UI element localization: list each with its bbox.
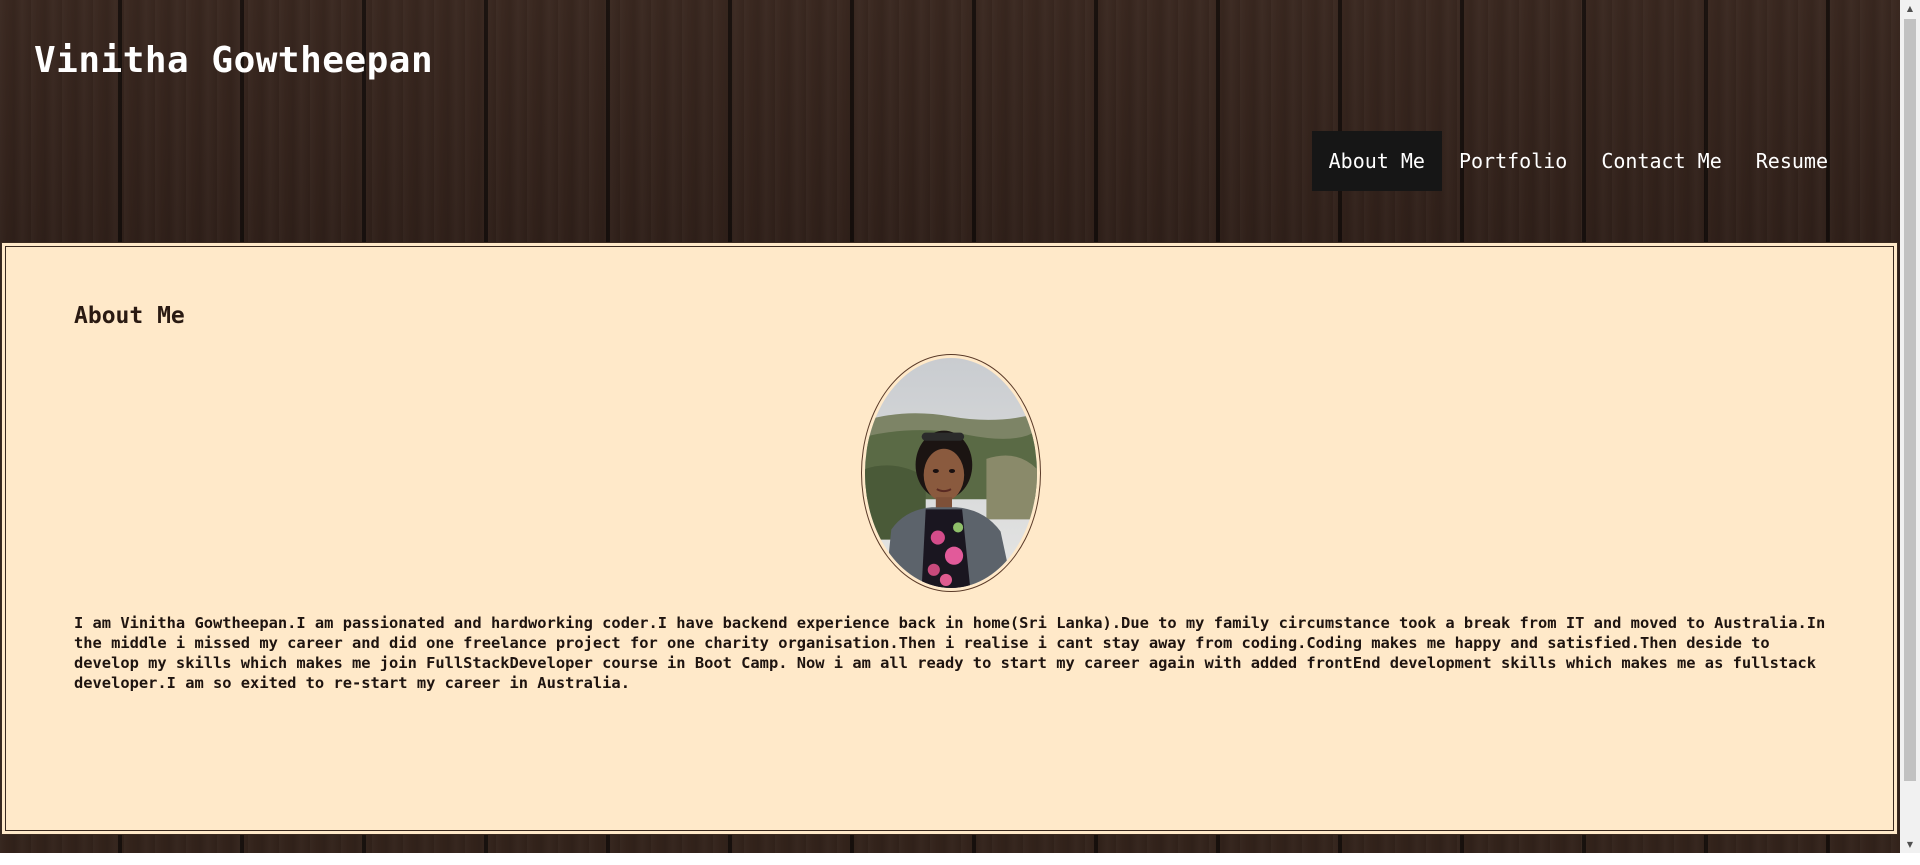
about-section: About Me I am Vinitha Gowtheepan.I am pa… bbox=[1, 242, 1898, 835]
site-title: Vinitha Gowtheepan bbox=[34, 40, 434, 81]
page-viewport: Vinitha Gowtheepan About Me Portfolio Co… bbox=[0, 0, 1900, 853]
nav-about-me[interactable]: About Me bbox=[1311, 131, 1442, 191]
nav-resume[interactable]: Resume bbox=[1739, 131, 1845, 191]
bio-text: I am Vinitha Gowtheepan.I am passionated… bbox=[74, 614, 1826, 692]
vertical-scrollbar[interactable]: ▲ ▼ bbox=[1900, 0, 1920, 853]
triangle-down-icon[interactable]: ▼ bbox=[1900, 836, 1920, 853]
nav-contact-me[interactable]: Contact Me bbox=[1584, 131, 1738, 191]
section-title: About Me bbox=[74, 303, 185, 329]
avatar-frame bbox=[861, 354, 1041, 592]
profile-photo bbox=[865, 358, 1037, 588]
bottom-edge bbox=[0, 853, 1920, 865]
nav-portfolio[interactable]: Portfolio bbox=[1442, 131, 1584, 191]
main-nav: About Me Portfolio Contact Me Resume bbox=[1311, 131, 1845, 191]
triangle-up-icon[interactable]: ▲ bbox=[1900, 0, 1920, 17]
scroll-thumb[interactable] bbox=[1904, 19, 1916, 781]
